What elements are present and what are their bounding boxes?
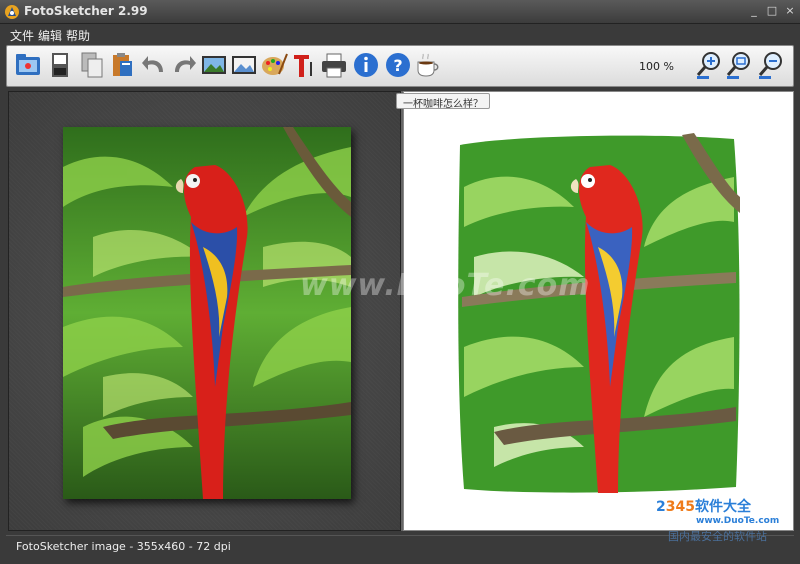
sketch-result (454, 127, 744, 499)
help-icon[interactable]: ? (383, 50, 413, 82)
copy-icon[interactable] (77, 50, 107, 82)
print-icon[interactable] (319, 50, 349, 82)
close-button[interactable]: × (782, 3, 798, 19)
menu-help[interactable]: 帮助 (66, 27, 90, 44)
menu-file[interactable]: 文件 (10, 27, 34, 44)
status-text: FotoSketcher image - 355x460 - 72 dpi (16, 540, 231, 553)
paste-icon[interactable] (107, 50, 137, 82)
brand-watermark: 2345软件大全 www.DuoTe.com 国内最安全的软件站 (656, 494, 800, 544)
window-title: FotoSketcher 2.99 (24, 4, 148, 18)
info-icon[interactable] (351, 50, 381, 82)
menu-edit[interactable]: 编辑 (38, 27, 62, 44)
watermark-text: www.DuoTe.com (300, 268, 591, 303)
brand-logo: 2345软件大全 (656, 499, 751, 515)
original-image-panel[interactable] (8, 91, 401, 531)
zoom-fit-icon[interactable] (725, 50, 755, 82)
coffee-icon[interactable] (413, 50, 443, 82)
coffee-tooltip: 一杯咖啡怎么样？ (396, 93, 490, 110)
original-image-icon[interactable] (199, 50, 229, 82)
redo-icon[interactable] (169, 50, 199, 82)
zoom-level: 100 % (639, 60, 674, 73)
save-icon[interactable] (45, 50, 75, 82)
app-logo-icon (5, 5, 19, 19)
svg-text:?: ? (393, 56, 402, 75)
workspace (6, 89, 794, 533)
result-image-panel[interactable] (403, 91, 794, 531)
original-photo (63, 127, 351, 499)
maximize-button[interactable]: □ (764, 3, 780, 19)
palette-icon[interactable] (259, 50, 289, 82)
brand-slogan: 国内最安全的软件站 (668, 530, 767, 543)
zoom-out-icon[interactable] (757, 50, 787, 82)
undo-icon[interactable] (139, 50, 169, 82)
menu-bar: 文件 编辑 帮助 (0, 24, 800, 44)
title-bar: FotoSketcher 2.99 _ □ × (0, 0, 800, 24)
open-image-icon[interactable] (13, 50, 43, 82)
brand-url: www.DuoTe.com (696, 516, 780, 526)
zoom-in-icon[interactable] (695, 50, 725, 82)
toolbar: ? 100 % (6, 45, 794, 87)
minimize-button[interactable]: _ (746, 3, 762, 19)
text-icon[interactable] (289, 50, 319, 82)
result-image-icon[interactable] (229, 50, 259, 82)
